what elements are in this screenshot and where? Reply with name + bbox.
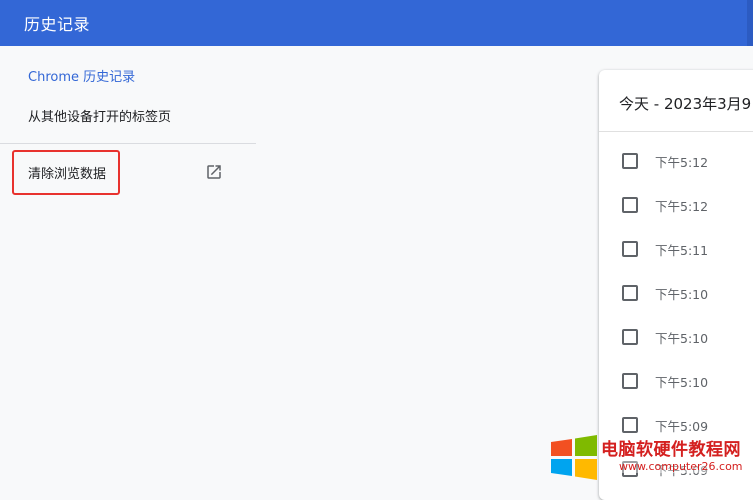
history-checkbox[interactable] — [622, 329, 638, 345]
open-in-new-icon[interactable] — [205, 163, 223, 181]
sidebar-item-clear-browsing-data[interactable]: 清除浏览数据 — [28, 163, 106, 182]
history-row[interactable]: 下午5:12 — [599, 183, 753, 227]
history-time: 下午5:12 — [655, 199, 709, 214]
sidebar-item-chrome-history[interactable]: Chrome 历史记录 — [28, 66, 135, 85]
watermark-url: www.computer26.com — [619, 460, 743, 473]
history-row[interactable]: 下午5:10 — [599, 359, 753, 403]
history-time: 下午5:10 — [655, 331, 709, 346]
history-row[interactable]: 下午5:10 — [599, 315, 753, 359]
watermark: 电脑软硬件教程网 www.computer26.com — [549, 432, 749, 482]
sidebar-item-other-devices[interactable]: 从其他设备打开的标签页 — [28, 106, 171, 125]
history-checkbox[interactable] — [622, 197, 638, 213]
history-row[interactable]: 下午5:10 — [599, 271, 753, 315]
card-divider — [599, 131, 753, 132]
history-checkbox[interactable] — [622, 285, 638, 301]
history-time: 下午5:12 — [655, 155, 709, 170]
history-checkbox[interactable] — [622, 417, 638, 433]
sidebar: Chrome 历史记录 从其他设备打开的标签页 清除浏览数据 — [0, 46, 256, 488]
scrollbar-edge — [747, 0, 753, 46]
history-checkbox[interactable] — [622, 241, 638, 257]
history-row[interactable]: 下午5:11 — [599, 227, 753, 271]
windows-logo-icon — [551, 435, 597, 480]
watermark-title: 电脑软硬件教程网 — [601, 440, 741, 460]
history-time: 下午5:10 — [655, 375, 709, 390]
history-checkbox[interactable] — [622, 153, 638, 169]
sidebar-divider — [0, 143, 256, 144]
history-checkbox[interactable] — [622, 373, 638, 389]
toolbar: 历史记录 — [0, 0, 753, 46]
history-time: 下午5:10 — [655, 287, 709, 302]
history-time: 下午5:11 — [655, 243, 709, 258]
history-row[interactable]: 下午5:12 — [599, 139, 753, 183]
date-header: 今天 - 2023年3月9 — [619, 95, 752, 113]
page-title: 历史记录 — [24, 15, 91, 34]
